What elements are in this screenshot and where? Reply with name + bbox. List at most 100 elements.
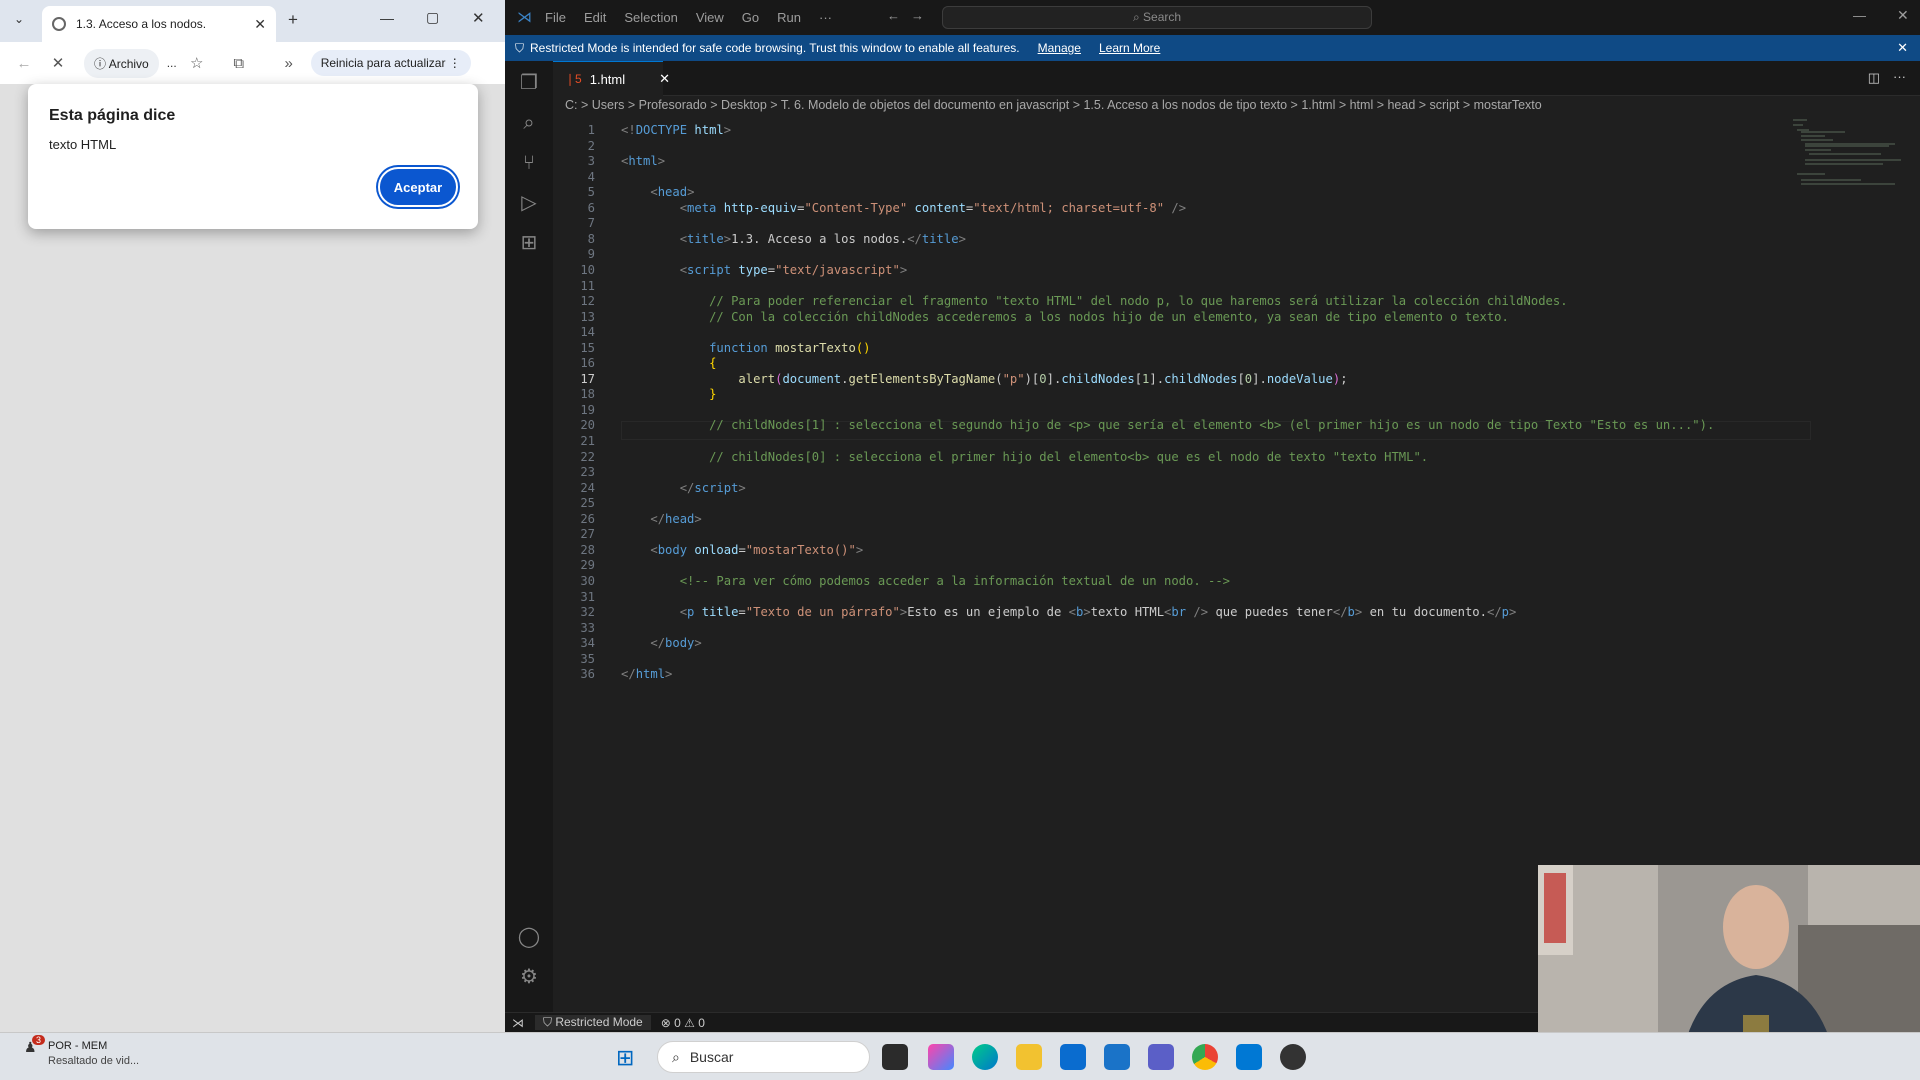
- source-control-icon[interactable]: ⑂: [513, 147, 545, 179]
- learn-more-link[interactable]: Learn More: [1099, 41, 1160, 55]
- extensions-icon[interactable]: ⧉: [225, 55, 253, 72]
- line-number[interactable]: 4: [553, 170, 595, 184]
- address-text[interactable]: ...: [167, 56, 177, 70]
- code-line[interactable]: </head>: [621, 512, 701, 526]
- task-view-icon[interactable]: [882, 1044, 908, 1070]
- file-explorer-icon[interactable]: [1016, 1044, 1042, 1070]
- recorder-icon[interactable]: [1280, 1044, 1306, 1070]
- line-number[interactable]: 28: [553, 543, 595, 557]
- close-tab-icon[interactable]: ✕: [659, 71, 670, 87]
- line-number[interactable]: 11: [553, 279, 595, 293]
- line-number[interactable]: 10: [553, 263, 595, 277]
- code-line[interactable]: <head>: [621, 185, 694, 199]
- copilot-icon[interactable]: [928, 1044, 954, 1070]
- line-number[interactable]: 29: [553, 558, 595, 572]
- line-number[interactable]: 14: [553, 325, 595, 339]
- menu-edit[interactable]: Edit: [584, 10, 606, 25]
- bookmark-star-icon[interactable]: ☆: [183, 54, 211, 72]
- store-icon[interactable]: [1060, 1044, 1086, 1070]
- site-info-chip[interactable]: ⓘ Archivo: [84, 48, 159, 78]
- code-line[interactable]: <title>1.3. Acceso a los nodos.</title>: [621, 232, 966, 246]
- code-line[interactable]: <!DOCTYPE html>: [621, 123, 731, 137]
- menu-file[interactable]: File: [545, 10, 566, 25]
- explorer-icon[interactable]: ❐: [513, 67, 545, 99]
- line-number[interactable]: 18: [553, 387, 595, 401]
- close-window-button[interactable]: ✕: [1897, 7, 1909, 24]
- menu-more[interactable]: ···: [819, 10, 832, 25]
- menu-selection[interactable]: Selection: [624, 10, 677, 25]
- line-number[interactable]: 27: [553, 527, 595, 541]
- maximize-button[interactable]: ▢: [426, 9, 439, 26]
- line-number[interactable]: 16: [553, 356, 595, 370]
- line-number[interactable]: 8: [553, 232, 595, 246]
- code-line[interactable]: <script type="text/javascript">: [621, 263, 908, 277]
- restricted-mode-status[interactable]: ⛉ Restricted Mode: [535, 1015, 651, 1030]
- menu-go[interactable]: Go: [742, 10, 759, 25]
- vscode-taskbar-icon[interactable]: [1236, 1044, 1262, 1070]
- taskbar-search[interactable]: ⌕ Buscar: [657, 1041, 870, 1073]
- line-number[interactable]: 17: [553, 372, 595, 386]
- line-number[interactable]: 12: [553, 294, 595, 308]
- line-number[interactable]: 9: [553, 247, 595, 261]
- line-number[interactable]: 34: [553, 636, 595, 650]
- notification-widget[interactable]: ♟ 3 POR - MEM Resaltado de vid...: [24, 1035, 139, 1069]
- nav-back-icon[interactable]: ←: [887, 8, 900, 23]
- more-actions-icon[interactable]: ···: [1893, 69, 1906, 84]
- minimap[interactable]: [1785, 118, 1905, 198]
- chrome-icon[interactable]: [1192, 1044, 1218, 1070]
- line-number[interactable]: 3: [553, 154, 595, 168]
- problems-status[interactable]: ⊗ 0 ⚠ 0: [661, 1016, 705, 1030]
- line-number[interactable]: 25: [553, 496, 595, 510]
- code-line[interactable]: // childNodes[0] : selecciona el primer …: [621, 450, 1428, 464]
- editor-tab[interactable]: ❘5 1.html ✕: [553, 61, 670, 96]
- extensions-icon[interactable]: ⊞: [513, 227, 545, 259]
- code-line[interactable]: // Para poder referenciar el fragmento "…: [621, 294, 1568, 308]
- line-number[interactable]: 13: [553, 310, 595, 324]
- code-line[interactable]: <!-- Para ver cómo podemos acceder a la …: [621, 574, 1230, 588]
- minimize-button[interactable]: —: [1853, 8, 1866, 23]
- line-number[interactable]: 1: [553, 123, 595, 137]
- line-number[interactable]: 21: [553, 434, 595, 448]
- line-number[interactable]: 35: [553, 652, 595, 666]
- line-number[interactable]: 15: [553, 341, 595, 355]
- stop-icon[interactable]: ✕: [44, 54, 72, 72]
- code-line[interactable]: // Con la colección childNodes accederem…: [621, 310, 1509, 324]
- menu-run[interactable]: Run: [777, 10, 801, 25]
- new-tab-button[interactable]: +: [288, 10, 298, 30]
- browser-tab[interactable]: 1.3. Acceso a los nodos. ✕: [42, 6, 276, 42]
- outlook-icon[interactable]: [1104, 1044, 1130, 1070]
- code-line[interactable]: <p title="Texto de un párrafo">Esto es u…: [621, 605, 1517, 619]
- remote-icon[interactable]: ⋊: [505, 1016, 531, 1030]
- line-number[interactable]: 5: [553, 185, 595, 199]
- code-line[interactable]: }: [621, 387, 716, 401]
- code-line[interactable]: </body>: [621, 636, 701, 650]
- line-number[interactable]: 2: [553, 139, 595, 153]
- line-number[interactable]: 22: [553, 450, 595, 464]
- code-line[interactable]: {: [621, 356, 716, 370]
- line-number[interactable]: 36: [553, 667, 595, 681]
- code-line[interactable]: function mostarTexto(): [621, 341, 870, 355]
- teams-icon[interactable]: [1148, 1044, 1174, 1070]
- search-icon[interactable]: ⌕: [513, 107, 545, 139]
- code-line[interactable]: <html>: [621, 154, 665, 168]
- split-editor-icon[interactable]: ◫: [1868, 70, 1880, 86]
- accept-button[interactable]: Aceptar: [378, 167, 458, 207]
- nav-forward-icon[interactable]: →: [911, 8, 924, 23]
- close-banner-icon[interactable]: ✕: [1897, 40, 1908, 56]
- code-line[interactable]: <body onload="mostarTexto()">: [621, 543, 863, 557]
- code-line[interactable]: </script>: [621, 481, 746, 495]
- code-line[interactable]: // childNodes[1] : selecciona el segundo…: [621, 418, 1714, 432]
- run-debug-icon[interactable]: ▷: [513, 187, 545, 219]
- close-window-button[interactable]: ✕: [472, 9, 485, 27]
- update-button[interactable]: Reinicia para actualizar ⋮: [310, 50, 471, 76]
- line-number[interactable]: 23: [553, 465, 595, 479]
- line-number[interactable]: 30: [553, 574, 595, 588]
- more-extensions-icon[interactable]: »: [275, 55, 303, 72]
- manage-link[interactable]: Manage: [1038, 41, 1081, 55]
- settings-gear-icon[interactable]: ⚙: [513, 961, 545, 993]
- tab-search-icon[interactable]: ⌄: [14, 12, 24, 26]
- line-number[interactable]: 31: [553, 590, 595, 604]
- minimize-button[interactable]: —: [380, 10, 394, 26]
- start-windows-icon[interactable]: ⊞: [616, 1045, 634, 1071]
- line-number[interactable]: 19: [553, 403, 595, 417]
